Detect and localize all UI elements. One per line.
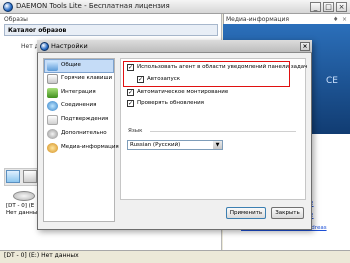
minimize-button[interactable]: _ <box>310 2 321 12</box>
close-window-button[interactable]: × <box>336 2 347 12</box>
images-panel-header: Образы <box>4 16 28 23</box>
keyboard-icon <box>47 74 58 84</box>
app-title: DAEMON Tools Lite - Бесплатная лицензия <box>16 2 170 10</box>
globe-icon <box>47 101 58 111</box>
dialog-close-button[interactable]: × <box>300 42 310 51</box>
maximize-button[interactable]: □ <box>323 2 334 12</box>
language-value: Russian (Русский) <box>130 142 181 148</box>
daemon-tools-icon <box>3 2 13 12</box>
virtual-drive-label: [DT - 0] (E Нет данны <box>6 203 37 217</box>
virtual-drive-icon[interactable] <box>13 191 35 201</box>
auto-mount-checkbox[interactable]: ✓ <box>127 89 134 96</box>
dialog-app-icon <box>40 42 49 51</box>
drive-label-line1: [DT - 0] (E <box>6 203 35 209</box>
check-updates-label: Проверять обновления <box>137 100 204 106</box>
language-label: Язык <box>128 128 143 134</box>
status-text: [DT - 0] (E:) Нет данных <box>4 252 79 259</box>
drive-label-line2: Нет данны <box>6 210 38 216</box>
nav-item-label[interactable]: Общие <box>61 62 81 69</box>
check-updates-checkbox[interactable]: ✓ <box>127 100 134 107</box>
gears-icon <box>47 129 58 139</box>
create-image-icon[interactable] <box>23 170 37 183</box>
nav-item-hotkeys[interactable]: Горячие клавиши <box>61 75 112 82</box>
integration-icon <box>47 88 58 98</box>
nav-item-connections[interactable]: Соединения <box>61 102 96 109</box>
nav-item-integration[interactable]: Интеграция <box>61 89 96 96</box>
auto-mount-label: Автоматическое монтирование <box>137 89 229 95</box>
nav-item-confirmations[interactable]: Подтверждения <box>61 116 108 123</box>
image-catalog-label: Каталог образов <box>8 27 67 34</box>
add-image-icon[interactable] <box>6 170 20 183</box>
close-button[interactable]: Закрыть <box>271 207 304 219</box>
promo-banner-text: CE <box>326 76 338 86</box>
confirm-icon <box>47 115 58 125</box>
close-panel-icon[interactable]: × <box>342 16 347 23</box>
media-info-title: Медиа-информация <box>226 16 289 23</box>
general-icon <box>47 61 58 71</box>
pin-panel-icon[interactable]: ♦ <box>333 16 338 23</box>
autostart-checkbox[interactable]: ✓ <box>137 76 144 83</box>
nav-item-media-info[interactable]: Медиа-информация <box>61 144 119 151</box>
tray-agent-checkbox[interactable]: ✓ <box>127 64 134 71</box>
media-info-icon <box>47 143 58 153</box>
chevron-down-icon[interactable]: ▼ <box>213 141 222 149</box>
autostart-label: Автозапуск <box>147 76 181 82</box>
nav-item-advanced[interactable]: Дополнительно <box>61 130 107 137</box>
language-divider <box>150 131 296 132</box>
tray-agent-label: Использовать агент в области уведомлений… <box>137 64 308 70</box>
dialog-title: Настройки <box>51 42 88 50</box>
apply-button[interactable]: Применить <box>226 207 266 219</box>
